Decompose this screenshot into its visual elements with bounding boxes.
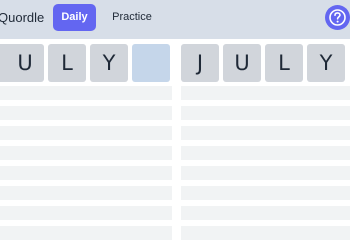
header-bar: Quordle Daily Practice <box>0 0 350 39</box>
tile: J <box>181 44 219 82</box>
tile-current <box>132 44 170 82</box>
app-title: Quordle <box>0 10 45 25</box>
help-button[interactable] <box>325 5 350 30</box>
game-board-1: U L Y <box>0 44 175 250</box>
question-circle-icon <box>329 9 346 26</box>
empty-row <box>181 146 350 160</box>
empty-row <box>0 146 172 160</box>
tile: U <box>6 44 44 82</box>
empty-row <box>0 206 172 220</box>
tab-practice[interactable]: Practice <box>104 4 160 31</box>
empty-row <box>181 86 350 100</box>
empty-row <box>0 166 172 180</box>
empty-row <box>181 166 350 180</box>
tile: Y <box>90 44 128 82</box>
empty-row <box>0 226 172 240</box>
tile: Y <box>307 44 345 82</box>
empty-row <box>181 186 350 200</box>
empty-row <box>181 106 350 120</box>
empty-row <box>0 106 172 120</box>
empty-row <box>0 126 172 140</box>
empty-row <box>181 126 350 140</box>
tile: U <box>223 44 261 82</box>
tile: L <box>48 44 86 82</box>
tile: L <box>265 44 303 82</box>
empty-row <box>181 206 350 220</box>
empty-row <box>0 186 172 200</box>
empty-row <box>181 226 350 240</box>
tab-daily[interactable]: Daily <box>53 4 96 31</box>
empty-row <box>0 86 172 100</box>
game-board-2: J U L Y <box>178 44 350 250</box>
